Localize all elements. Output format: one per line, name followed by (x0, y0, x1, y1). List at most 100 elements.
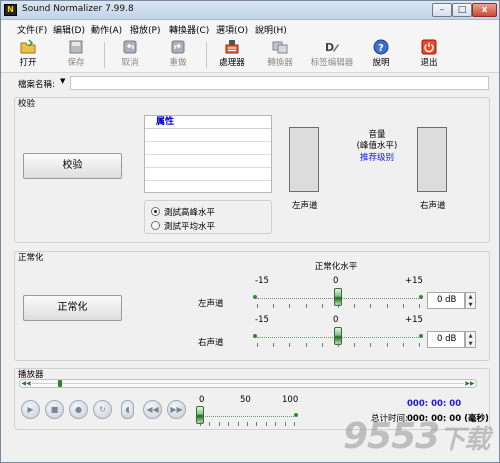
slider-tick (402, 343, 404, 347)
save-disk-icon (69, 40, 83, 54)
redo-icon (171, 40, 185, 54)
scroll-left-icon[interactable]: ◀◀ (20, 380, 32, 387)
cancel-button[interactable]: 取消 (110, 39, 150, 72)
slider-tick (256, 422, 258, 426)
open-button[interactable]: 打开 (8, 39, 48, 72)
peak-level-radio[interactable]: 測試高峰水平 (151, 206, 269, 218)
slider-tick (265, 422, 267, 426)
list-item (145, 168, 271, 181)
menu-options[interactable]: 選項(O) (216, 23, 248, 36)
toolbar-separator (104, 42, 105, 68)
slider-end-dot (419, 334, 423, 338)
converter-label: 轉換器 (267, 58, 293, 68)
slider-tick (284, 422, 286, 426)
menu-help[interactable]: 說明(H) (255, 23, 287, 36)
left-level-slider[interactable] (253, 285, 423, 311)
recommended-level-link[interactable]: 推荐级别 (345, 151, 409, 163)
tag-editor-label: 标签编辑器 (310, 58, 354, 68)
radio-dot (151, 221, 160, 230)
verify-button[interactable]: 校验 (23, 153, 122, 179)
converter-icon (272, 41, 288, 54)
help-icon: ? (373, 39, 389, 55)
stop-icon: ■ (50, 405, 59, 414)
slider-tick (289, 343, 291, 347)
repeat-icon: ↻ (99, 405, 106, 414)
open-label: 打开 (19, 58, 37, 68)
app-window: N Sound Normalizer 7.99.8 – □ x 文件(F) 编辑… (0, 0, 500, 463)
player-volume-slider[interactable] (196, 403, 298, 429)
normalize-section-title: 正常化 (18, 253, 44, 263)
spin-up-icon[interactable]: ▲ (466, 293, 475, 301)
current-time: 000: 00: 00 (407, 399, 462, 409)
next-button[interactable]: ▶▶ (167, 400, 186, 419)
save-label: 保存 (67, 58, 85, 68)
repeat-button[interactable]: ↻ (93, 400, 112, 419)
menu-converter[interactable]: 轉換器(C) (169, 23, 209, 36)
minimize-button[interactable]: – (432, 3, 452, 17)
average-level-radio[interactable]: 測試平均水平 (151, 220, 269, 232)
watermark-suffix: 下载 (439, 425, 490, 455)
slider-tick (200, 422, 201, 426)
toolbar-separator (206, 42, 207, 68)
slider-tick (294, 422, 295, 426)
tag-editor-icon: D (325, 41, 339, 54)
playback-position-bar[interactable]: ◀◀ ▶▶ (19, 379, 477, 388)
volume-button[interactable]: ◖ (121, 400, 134, 419)
slider-tick (386, 343, 388, 347)
processor-button[interactable]: 處理器 (212, 39, 252, 72)
slider-tick (273, 304, 275, 308)
record-button[interactable]: ● (69, 400, 88, 419)
reset-button[interactable]: 重做 (158, 39, 198, 72)
stop-button[interactable]: ■ (45, 400, 64, 419)
processor-icon (225, 40, 239, 54)
normalize-button[interactable]: 正常化 (23, 295, 122, 321)
site-watermark: 9553下载 (343, 416, 490, 457)
maximize-button[interactable]: □ (452, 3, 472, 17)
play-button[interactable]: ▶ (21, 400, 40, 419)
slider-end-dot (419, 295, 423, 299)
list-item (145, 155, 271, 168)
left-db-field[interactable]: 0 dB (427, 292, 465, 309)
average-level-label: 測試平均水平 (164, 222, 216, 232)
slider-tick (273, 343, 275, 347)
right-level-slider[interactable] (253, 324, 423, 350)
converter-button[interactable]: 轉換器 (260, 39, 300, 72)
properties-header: 属性 (145, 116, 271, 129)
menu-edit[interactable]: 编辑(D) (53, 23, 85, 36)
menu-bar: 文件(F) 编辑(D) 動作(A) 撥放(P) 轉換器(C) 選項(O) 說明(… (1, 20, 499, 37)
menu-action[interactable]: 動作(A) (91, 23, 122, 36)
help-button[interactable]: ? 說明 (361, 39, 401, 72)
slider-tick (257, 343, 258, 347)
menu-play[interactable]: 撥放(P) (130, 23, 160, 36)
tag-editor-button[interactable]: D 标签编辑器 (304, 39, 360, 72)
file-dropdown-icon[interactable]: ▼ (60, 77, 65, 85)
slider-tick (289, 304, 291, 308)
file-name-field[interactable] (70, 76, 489, 90)
close-button[interactable]: x (472, 3, 497, 17)
position-thumb[interactable] (57, 380, 62, 387)
slider-tick (305, 343, 307, 347)
left-peak-meter (289, 127, 319, 192)
right-db-field[interactable]: 0 dB (427, 331, 465, 348)
slider-tick (338, 304, 339, 308)
slider-end-dot (253, 295, 257, 299)
speaker-icon: ◖ (125, 405, 130, 414)
svg-text:?: ? (378, 43, 384, 54)
slider-tick (218, 422, 220, 426)
scroll-right-icon[interactable]: ▶▶ (464, 380, 476, 387)
exit-button[interactable]: 退出 (409, 39, 449, 72)
spin-down-icon[interactable]: ▼ (466, 301, 475, 309)
spin-up-icon[interactable]: ▲ (466, 332, 475, 340)
previous-button[interactable]: ◀◀ (143, 400, 162, 419)
app-icon: N (4, 4, 17, 16)
save-button[interactable]: 保存 (56, 39, 96, 72)
normalize-level-title: 正常化水平 (314, 262, 358, 272)
spin-down-icon[interactable]: ▼ (466, 340, 475, 348)
open-folder-icon (20, 39, 36, 54)
right-db-stepper[interactable]: ▲ ▼ (465, 331, 476, 348)
radio-dot (151, 207, 160, 216)
menu-file[interactable]: 文件(F) (17, 23, 47, 36)
slider-tick (321, 343, 323, 347)
slider-tick (354, 343, 356, 347)
left-db-stepper[interactable]: ▲ ▼ (465, 292, 476, 309)
